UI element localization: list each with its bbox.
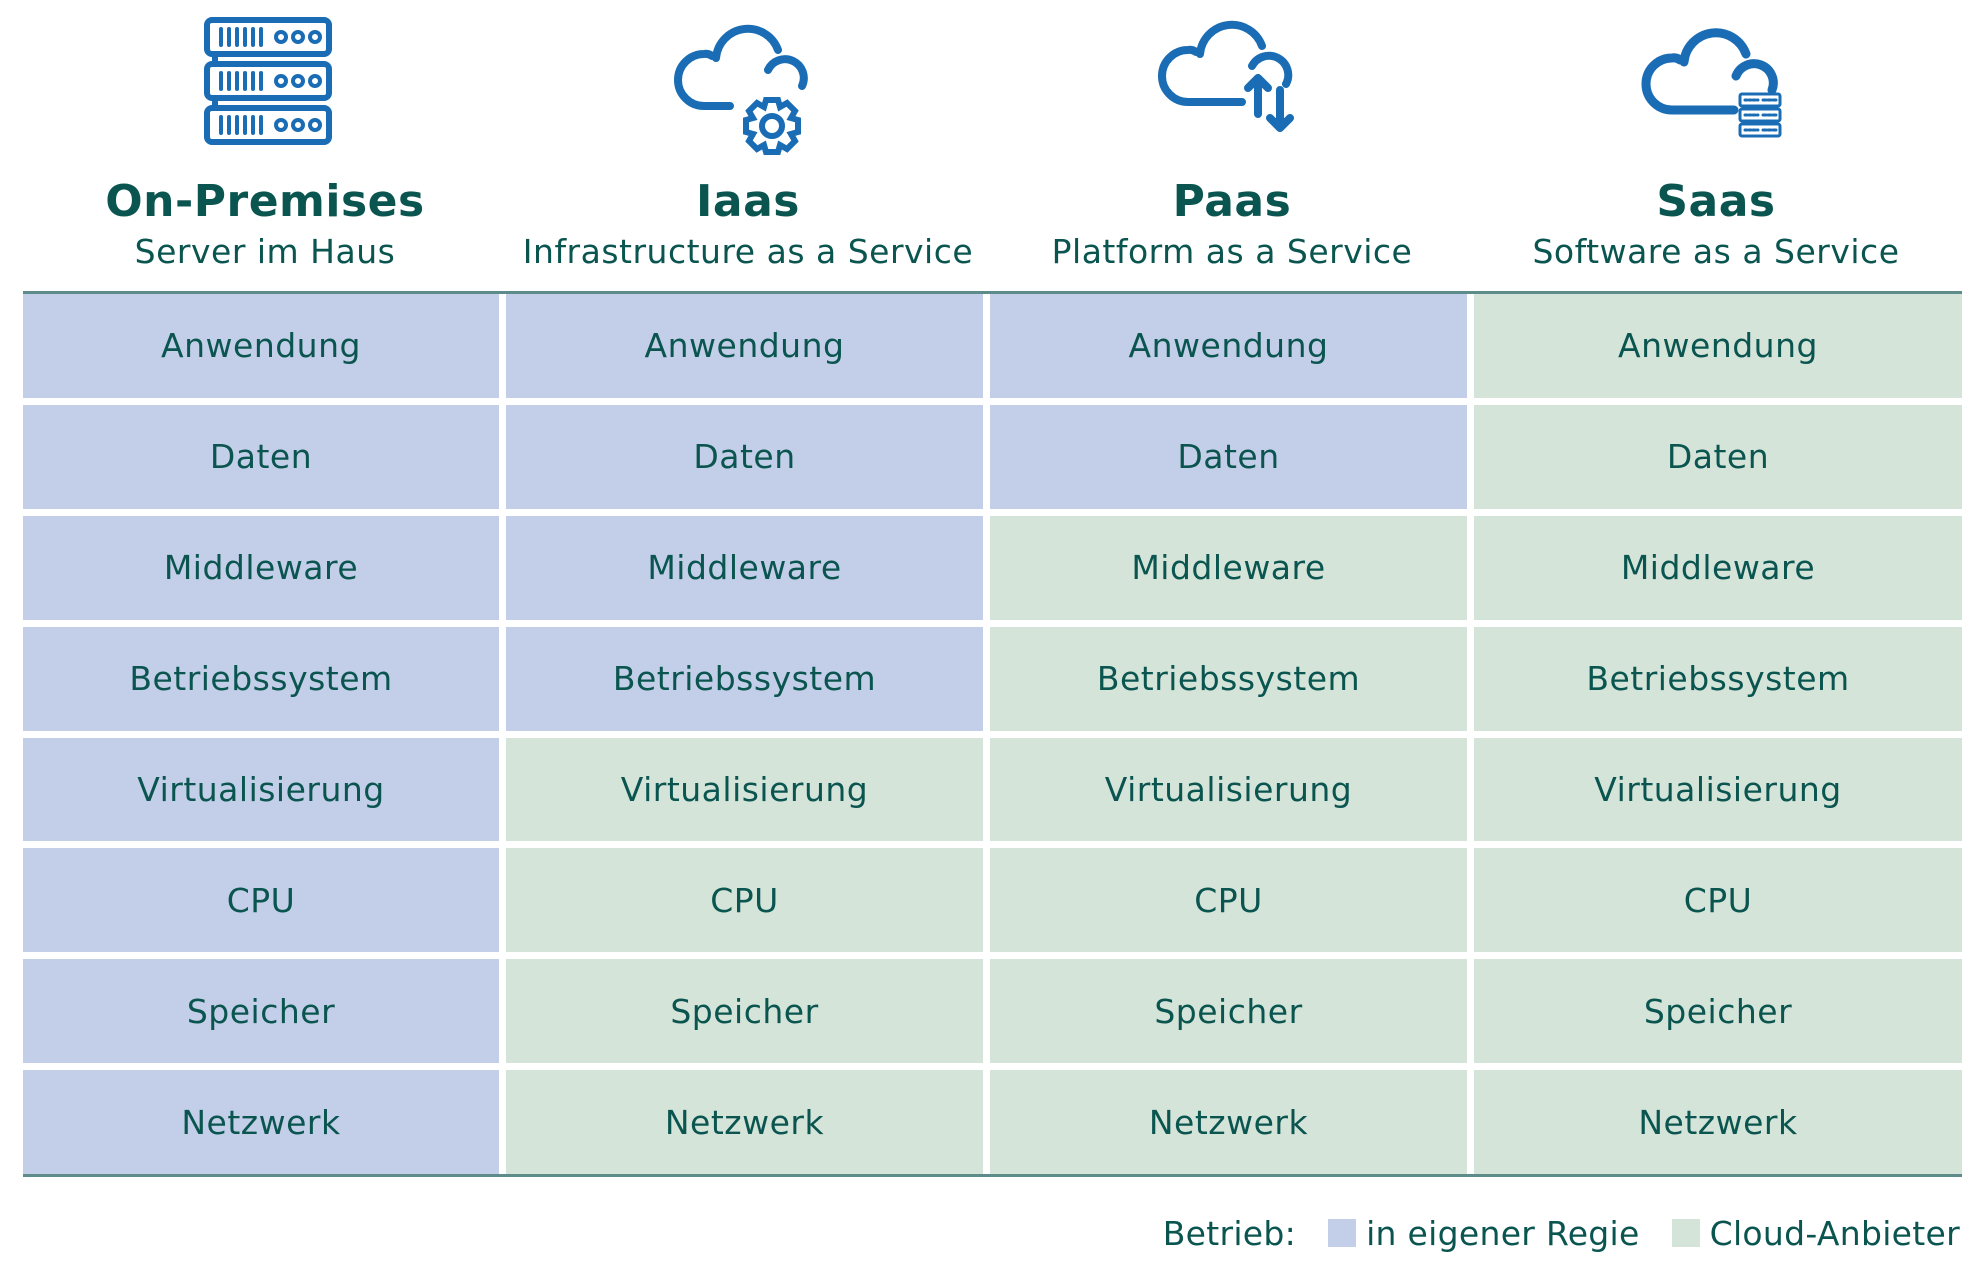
table-cell: Netzwerk xyxy=(990,1070,1467,1174)
table-cell: Virtualisierung xyxy=(990,737,1467,842)
table-row: Speicher Speicher Speicher Speicher xyxy=(23,959,1962,1064)
legend-swatch-own xyxy=(1328,1219,1357,1247)
table-cell: CPU xyxy=(1474,848,1962,953)
table-row: Anwendung Anwendung Anwendung Anwendung xyxy=(23,294,1962,398)
legend-item-label: in eigener Regie xyxy=(1366,1213,1640,1253)
legend-item-label: Cloud-Anbieter xyxy=(1709,1213,1960,1253)
legend-item-cloud: Cloud-Anbieter xyxy=(1671,1213,1960,1253)
table-cell: Middleware xyxy=(23,515,499,620)
table-cell: Anwendung xyxy=(506,294,983,398)
server-rack-icon xyxy=(204,17,332,145)
legend-item-own: in eigener Regie xyxy=(1328,1214,1640,1253)
table-cell: Speicher xyxy=(23,959,499,1064)
table-cell: Daten xyxy=(506,404,983,509)
column-header-on-premises: On-Premises Server im Haus xyxy=(23,0,507,290)
cloud-server-icon xyxy=(1641,28,1782,138)
table-cell: Daten xyxy=(23,404,499,509)
table-cell: Anwendung xyxy=(23,294,499,398)
responsibility-table: Anwendung Anwendung Anwendung Anwendung Date… xyxy=(23,291,1962,1177)
column-title: Paas xyxy=(1172,176,1292,227)
table-row: Middleware Middleware Middleware Middleware xyxy=(23,515,1962,620)
legend: Betrieb: in eigener Regie Cloud-Anbieter xyxy=(1163,1208,1960,1258)
table-cell: Speicher xyxy=(1474,959,1962,1064)
table-row: Daten Daten Daten Daten xyxy=(23,404,1962,509)
table-row: Betriebssystem Betriebssystem Betriebssyst… xyxy=(23,626,1962,731)
legend-swatch-cloud xyxy=(1671,1219,1700,1247)
column-subtitle: Server im Haus xyxy=(134,232,396,271)
table-cell: Anwendung xyxy=(990,294,1467,398)
table-cell: Daten xyxy=(1474,404,1962,509)
table-cell: Daten xyxy=(990,404,1467,509)
table-cell: Netzwerk xyxy=(506,1070,983,1174)
column-subtitle: Platform as a Service xyxy=(1051,232,1413,271)
column-title: Saas xyxy=(1656,176,1776,227)
table-cell: Betriebssystem xyxy=(990,626,1467,731)
table-cell: Middleware xyxy=(990,515,1467,620)
table-cell: CPU xyxy=(506,848,983,953)
cloud-gear-icon xyxy=(674,24,808,155)
table-cell: Virtualisierung xyxy=(506,737,983,842)
legend-label: Betrieb: xyxy=(1162,1213,1297,1253)
table-cell: Speicher xyxy=(990,959,1467,1064)
table-cell: CPU xyxy=(23,848,499,953)
table-cell: Netzwerk xyxy=(1474,1070,1962,1174)
table-row: Virtualisierung Virtualisierung Virtualisi… xyxy=(23,737,1962,842)
column-header-iaas: Iaas Infrastructure as a Service xyxy=(506,0,990,290)
table-cell: Betriebssystem xyxy=(506,626,983,731)
table-cell: Virtualisierung xyxy=(23,737,499,842)
column-subtitle: Software as a Service xyxy=(1532,232,1900,271)
column-header-paas: Paas Platform as a Service xyxy=(990,0,1474,290)
table-cell: CPU xyxy=(990,848,1467,953)
column-subtitle: Infrastructure as a Service xyxy=(522,232,974,271)
table-cell: Anwendung xyxy=(1474,294,1962,398)
table-cell: Speicher xyxy=(506,959,983,1064)
table-cell: Middleware xyxy=(506,515,983,620)
cloud-transfer-icon xyxy=(1158,20,1294,132)
table-cell: Virtualisierung xyxy=(1474,737,1962,842)
table-cell: Betriebssystem xyxy=(23,626,499,731)
table-cell: Betriebssystem xyxy=(1474,626,1962,731)
column-title: On-Premises xyxy=(105,176,425,227)
table-row: Netzwerk Netzwerk Netzwerk Netzwerk xyxy=(23,1070,1962,1174)
column-title: Iaas xyxy=(696,176,800,227)
table-cell: Middleware xyxy=(1474,515,1962,620)
table-cell: Netzwerk xyxy=(23,1070,499,1174)
column-header-saas: Saas Software as a Service xyxy=(1474,0,1958,290)
table-row: CPU CPU CPU CPU xyxy=(23,848,1962,953)
